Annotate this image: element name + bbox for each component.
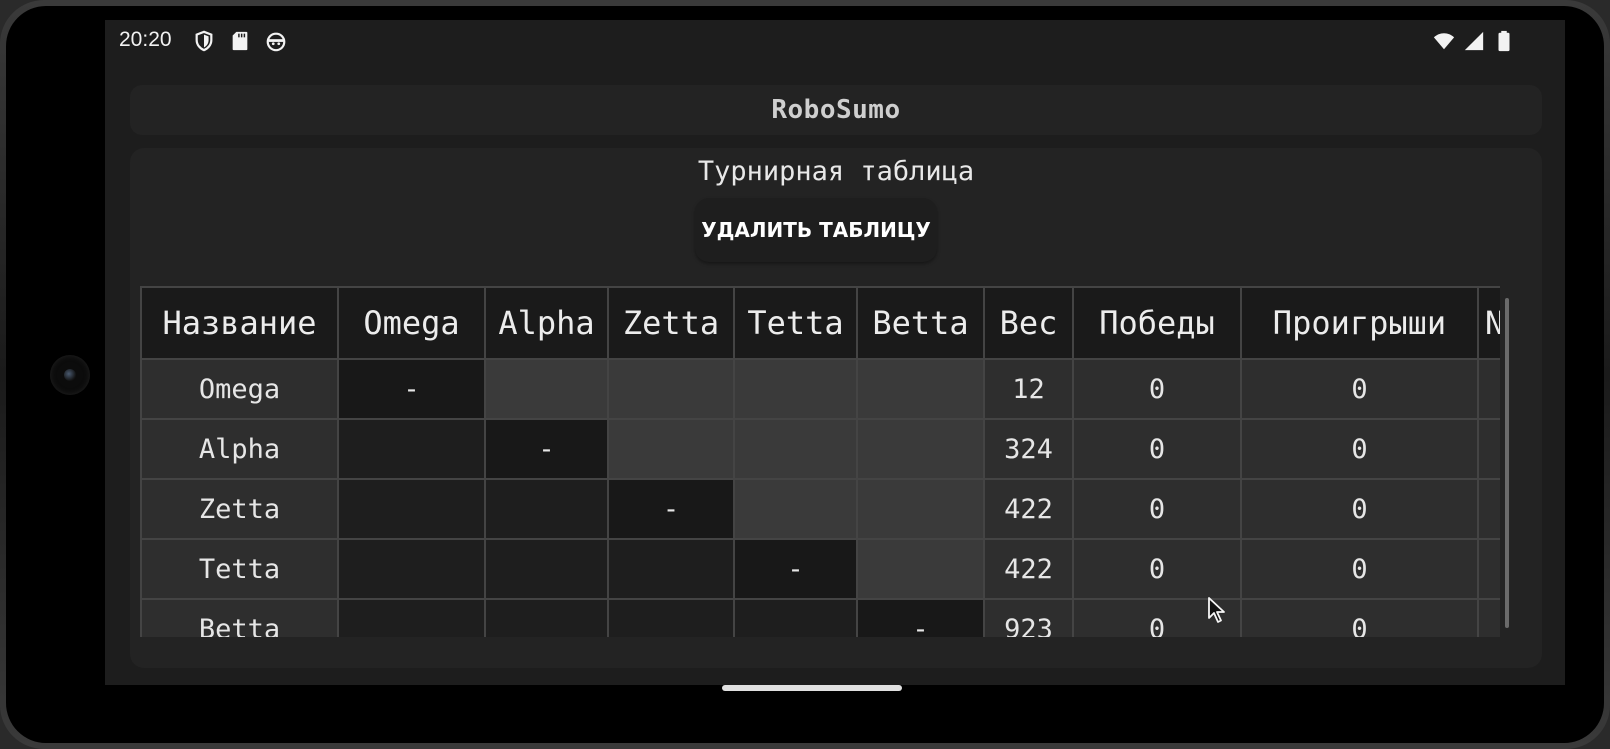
- table-row: Betta -923 0 0: [140, 598, 1500, 637]
- table-row: Tetta -422 0 0: [140, 538, 1500, 600]
- app-title: RoboSumo: [771, 95, 901, 125]
- match-cell: [337, 418, 486, 480]
- signal-icon: [1464, 31, 1484, 51]
- losses-cell: 0: [1240, 538, 1479, 600]
- match-cell: [856, 418, 985, 480]
- sd-card-icon: [232, 31, 248, 51]
- tournament-table-scroll[interactable]: Название Omega Alpha Zetta Tetta Betta В…: [140, 286, 1500, 637]
- robot-name-cell: Alpha: [140, 418, 339, 480]
- match-cell: [856, 538, 985, 600]
- robot-name-cell: Zetta: [140, 478, 339, 540]
- header-cell: Вес: [983, 286, 1074, 360]
- match-cell: [607, 538, 735, 600]
- weight-cell: 422: [983, 538, 1074, 600]
- losses-cell: 0: [1240, 598, 1479, 637]
- header-cell: Alpha: [484, 286, 609, 360]
- match-cell: [607, 418, 735, 480]
- match-cell: -: [337, 358, 486, 420]
- match-cell: [733, 478, 858, 540]
- match-cell: -: [733, 538, 858, 600]
- wifi-icon: [1433, 33, 1455, 50]
- match-cell: [856, 358, 985, 420]
- delete-table-button[interactable]: УДАЛИТЬ ТАБЛИЦУ: [695, 198, 937, 262]
- tournament-card: Турнирная таблица УДАЛИТЬ ТАБЛИЦУ Назван…: [130, 148, 1542, 668]
- match-cell: [484, 358, 609, 420]
- weight-cell: 923: [983, 598, 1074, 637]
- status-icons-right: [1433, 29, 1515, 53]
- table-row: Omega -12 0 0: [140, 358, 1500, 420]
- extra-cell: [1477, 418, 1500, 480]
- match-cell: [607, 358, 735, 420]
- extra-cell: [1477, 478, 1500, 540]
- header-cell: Zetta: [607, 286, 735, 360]
- wins-cell: 0: [1072, 418, 1242, 480]
- home-gesture-bar[interactable]: [722, 685, 902, 691]
- table-row: Zetta -422 0 0: [140, 478, 1500, 540]
- battery-icon: [1498, 30, 1510, 52]
- match-cell: [484, 478, 609, 540]
- robot-name-cell: Omega: [140, 358, 339, 420]
- match-cell: -: [856, 598, 985, 637]
- header-cell: Проигрыши: [1240, 286, 1479, 360]
- header-cell: Название: [140, 286, 339, 360]
- weight-cell: 422: [983, 478, 1074, 540]
- table-row: Alpha -324 0 0: [140, 418, 1500, 480]
- extra-cell: [1477, 538, 1500, 600]
- extra-cell: [1477, 358, 1500, 420]
- match-cell: [733, 598, 858, 637]
- shield-icon: [195, 30, 213, 52]
- page-title: Турнирная таблица: [697, 156, 975, 187]
- match-cell: [607, 598, 735, 637]
- losses-cell: 0: [1240, 418, 1479, 480]
- losses-cell: 0: [1240, 358, 1479, 420]
- device-screen: 20:20 RoboSumo Турнирная таблица УДАЛИТЬ…: [105, 20, 1565, 685]
- front-camera: [50, 355, 90, 395]
- device-frame: 20:20 RoboSumo Турнирная таблица УДАЛИТЬ…: [0, 0, 1610, 749]
- match-cell: [484, 538, 609, 600]
- table-scrollbar[interactable]: [1505, 298, 1509, 628]
- app-bar: RoboSumo: [130, 85, 1542, 135]
- match-cell: [733, 358, 858, 420]
- header-cell: Omega: [337, 286, 486, 360]
- wins-cell: 0: [1072, 358, 1242, 420]
- match-cell: [733, 418, 858, 480]
- table-header-row: Название Omega Alpha Zetta Tetta Betta В…: [140, 286, 1500, 360]
- weight-cell: 324: [983, 418, 1074, 480]
- extra-cell: [1477, 598, 1500, 637]
- match-cell: [337, 478, 486, 540]
- status-bar: 20:20: [105, 20, 1565, 64]
- weight-cell: 12: [983, 358, 1074, 420]
- header-cell: Победы: [1072, 286, 1242, 360]
- match-cell: -: [607, 478, 735, 540]
- android-face-icon: [266, 32, 286, 52]
- robot-name-cell: Betta: [140, 598, 339, 637]
- wins-cell: 0: [1072, 538, 1242, 600]
- match-cell: [856, 478, 985, 540]
- wins-cell: 0: [1072, 478, 1242, 540]
- status-time: 20:20: [119, 28, 172, 51]
- mouse-cursor-icon: [1208, 597, 1225, 623]
- status-icons-left: [193, 29, 287, 53]
- match-cell: [337, 538, 486, 600]
- robot-name-cell: Tetta: [140, 538, 339, 600]
- match-cell: -: [484, 418, 609, 480]
- header-cell: Betta: [856, 286, 985, 360]
- tournament-table: Название Omega Alpha Zetta Tetta Betta В…: [140, 286, 1500, 637]
- match-cell: [337, 598, 486, 637]
- match-cell: [484, 598, 609, 637]
- header-cell: Tetta: [733, 286, 858, 360]
- losses-cell: 0: [1240, 478, 1479, 540]
- header-cell: N: [1477, 286, 1500, 360]
